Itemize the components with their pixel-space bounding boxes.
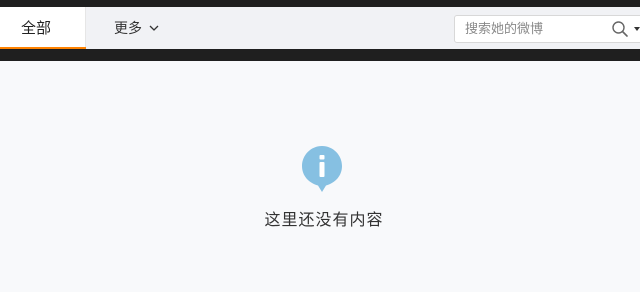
content-area: 这里还没有内容 (0, 61, 640, 292)
tab-more-dropdown[interactable]: 更多 (114, 7, 160, 49)
search-icon[interactable] (611, 20, 629, 38)
tab-more-label: 更多 (114, 21, 142, 37)
info-icon (302, 146, 342, 192)
search-input[interactable] (465, 16, 605, 42)
tab-all-label: 全部 (20, 19, 51, 37)
chevron-down-icon (149, 25, 159, 31)
empty-state-message: 这里还没有内容 (264, 210, 384, 229)
tab-bar: 全部 更多 (0, 7, 640, 50)
dark-divider-band (0, 49, 640, 61)
search-box (454, 15, 640, 43)
caret-down-icon[interactable] (633, 24, 640, 34)
tab-all[interactable]: 全部 (0, 7, 86, 49)
top-dark-strip (0, 0, 640, 7)
